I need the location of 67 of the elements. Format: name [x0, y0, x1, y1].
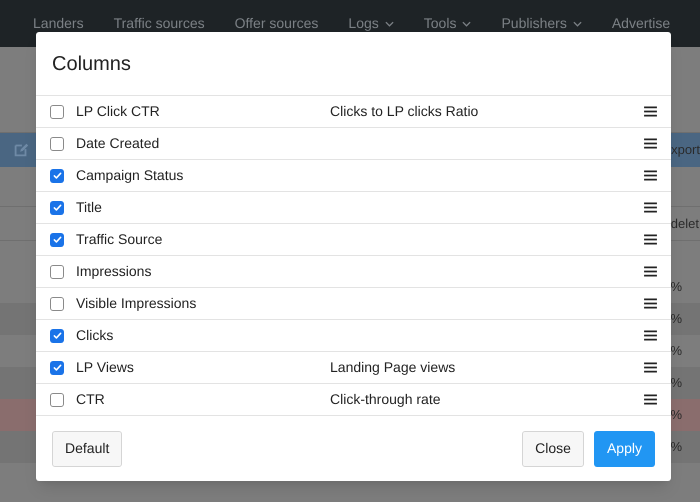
percent-cell-text: % [670, 438, 682, 456]
checkmark-icon [52, 362, 62, 373]
nav-item[interactable]: Publishers [501, 13, 582, 34]
drag-handle-icon[interactable] [644, 298, 657, 309]
percent-cell-text: % [670, 406, 682, 424]
drag-handle-icon[interactable] [644, 202, 657, 213]
column-row[interactable]: Date Created [36, 128, 671, 160]
column-description: Landing Page views [330, 359, 456, 375]
column-name: Traffic Source [76, 231, 162, 247]
percent-cell-text: % [670, 374, 682, 392]
delete-text: delet [670, 214, 699, 233]
drag-handle-icon[interactable] [644, 394, 657, 405]
column-row[interactable]: Clicks [36, 320, 671, 352]
drag-handle-icon[interactable] [644, 138, 657, 149]
column-name: Clicks [76, 327, 114, 343]
nav-item[interactable]: Logs [348, 13, 394, 34]
checkbox[interactable] [50, 392, 64, 406]
export-text: xport [671, 141, 700, 160]
column-description: Click-through rate [330, 391, 440, 407]
column-name: Visible Impressions [76, 295, 196, 311]
nav-item[interactable]: Landers [33, 13, 84, 34]
close-button[interactable]: Close [522, 430, 584, 466]
drag-handle-icon[interactable] [644, 330, 657, 341]
column-name: Date Created [76, 135, 160, 151]
checkmark-icon [52, 202, 62, 213]
column-row[interactable]: LP Views Landing Page views [36, 352, 671, 384]
nav-item[interactable]: Traffic sources [114, 13, 205, 34]
drag-handle-icon[interactable] [644, 106, 657, 117]
drag-handle-icon[interactable] [644, 170, 657, 181]
checkmark-icon [52, 170, 62, 181]
column-description: Clicks to LP clicks Ratio [330, 103, 478, 119]
drag-handle-icon[interactable] [644, 362, 657, 373]
column-name: CTR [76, 391, 105, 407]
edit-icon [12, 141, 30, 159]
checkbox[interactable] [50, 360, 64, 374]
checkmark-icon [52, 234, 62, 245]
column-row[interactable]: Impressions [36, 256, 671, 288]
checkbox[interactable] [50, 296, 64, 310]
percent-cell-text: % [670, 342, 682, 360]
checkbox[interactable] [50, 264, 64, 278]
column-name: LP Views [76, 359, 134, 375]
checkbox[interactable] [50, 104, 64, 118]
column-row[interactable]: Title [36, 192, 671, 224]
drag-handle-icon[interactable] [644, 234, 657, 245]
nav-item[interactable]: Tools [424, 13, 472, 34]
column-row[interactable]: Visible Impressions [36, 288, 671, 320]
percent-cell-text: % [670, 310, 682, 328]
column-row[interactable]: LP Click CTR Clicks to LP clicks Ratio [36, 96, 671, 128]
column-name: LP Click CTR [76, 103, 160, 119]
column-row[interactable]: CTR Click-through rate [36, 384, 671, 416]
nav-item[interactable]: Offer sources [234, 13, 318, 34]
checkbox[interactable] [50, 328, 64, 342]
checkmark-icon [52, 330, 62, 341]
dialog-title: Columns [52, 52, 131, 76]
checkbox[interactable] [50, 232, 64, 246]
column-name: Impressions [76, 263, 152, 279]
checkbox[interactable] [50, 168, 64, 182]
percent-cell-text: % [670, 278, 682, 296]
drag-handle-icon[interactable] [644, 266, 657, 277]
checkbox[interactable] [50, 136, 64, 150]
column-row[interactable]: Traffic Source [36, 224, 671, 256]
nav-item[interactable]: Advertise [612, 13, 670, 34]
column-name: Title [76, 199, 102, 215]
checkbox[interactable] [50, 200, 64, 214]
default-button[interactable]: Default [52, 430, 122, 466]
column-row[interactable]: Campaign Status [36, 160, 671, 192]
column-name: Campaign Status [76, 167, 184, 183]
